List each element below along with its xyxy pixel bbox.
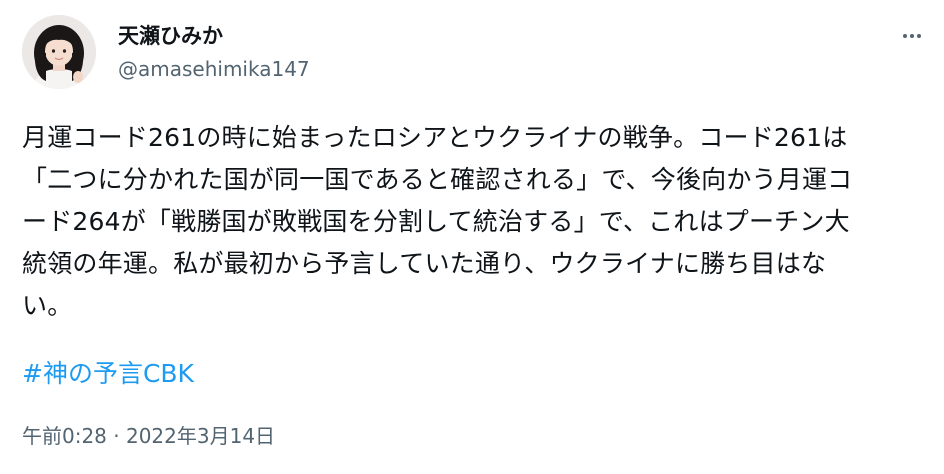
hashtag-link[interactable]: #神の予言CBK xyxy=(22,356,194,392)
profile-photo-icon xyxy=(22,15,96,89)
tweet-timestamp[interactable]: 午前0:28 · 2022年3月14日 xyxy=(22,422,275,450)
more-horizontal-icon xyxy=(903,34,921,38)
tweet-text: 月運コード261の時に始まったロシアとウクライナの戦争。コード261は 「二つに… xyxy=(22,123,853,320)
user-handle[interactable]: @amasehimika147 xyxy=(118,55,310,83)
display-name[interactable]: 天瀬ひみか xyxy=(118,22,223,50)
more-options-button[interactable] xyxy=(894,22,930,50)
tweet-card: 天瀬ひみか @amasehimika147 月運コード261の時に始まったロシア… xyxy=(0,0,944,474)
avatar[interactable] xyxy=(22,15,96,89)
